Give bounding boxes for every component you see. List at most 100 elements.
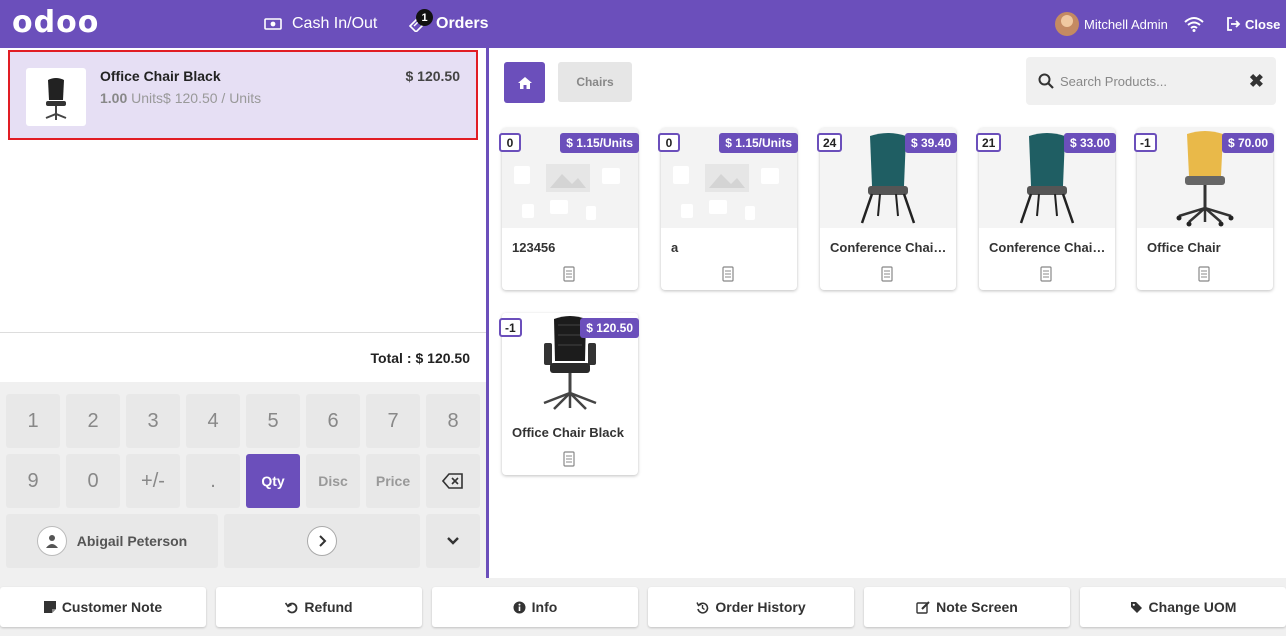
orders-label: Orders [436, 15, 489, 32]
numpad-key-4[interactable]: 4 [186, 394, 240, 448]
breadcrumb-chairs[interactable]: Chairs [558, 62, 632, 102]
product-stock-badge: 0 [499, 133, 521, 152]
history-icon [696, 601, 709, 614]
tag-icon [1130, 601, 1142, 613]
user-menu[interactable]: Mitchell Admin [1055, 0, 1168, 48]
product-name: 123456 [512, 240, 556, 255]
cash-in-out-button[interactable]: Cash In/Out [264, 0, 377, 48]
money-icon [264, 18, 282, 30]
order-line-unit-info: Units$ 120.50 / Units [127, 90, 262, 106]
order-line-name: Office Chair Black [100, 68, 221, 84]
orders-count-badge: 1 [416, 9, 433, 26]
customer-name: Abigail Peterson [76, 533, 188, 549]
top-bar: odoo Cash In/Out 1 Orders Mitchell Admin… [0, 0, 1286, 48]
product-card[interactable]: 24 $ 39.40 Conference Chair (Steel) [817, 128, 957, 290]
home-icon [517, 76, 532, 89]
product-price-tag: $ 1.15/Units [560, 133, 639, 153]
change-uom-button[interactable]: Change UOM [1080, 587, 1286, 627]
order-pane: Office Chair Black $ 120.50 1.00 Units$ … [0, 48, 486, 578]
edit-icon [916, 600, 930, 614]
numpad-key-7[interactable]: 7 [366, 394, 420, 448]
product-info-icon[interactable] [1040, 266, 1052, 282]
note-screen-button[interactable]: Note Screen [864, 587, 1070, 627]
product-price-tag: $ 39.40 [904, 133, 957, 153]
order-line-image [26, 68, 86, 126]
order-line-price: $ 120.50 [405, 68, 461, 84]
product-info-icon[interactable] [563, 451, 575, 467]
product-info-icon[interactable] [563, 266, 575, 282]
undo-icon [285, 602, 298, 613]
customer-note-label: Customer Note [61, 599, 163, 615]
numpad-key-0[interactable]: 0 [66, 454, 120, 508]
close-button[interactable]: Close [1226, 0, 1280, 48]
numpad-mode-price[interactable]: Price [366, 454, 420, 508]
chevron-right-icon [307, 526, 337, 556]
search-input[interactable]: Search Products... [1060, 74, 1249, 89]
numpad-key-6[interactable]: 6 [306, 394, 360, 448]
numpad-mode-disc[interactable]: Disc [306, 454, 360, 508]
order-line-qty: 1.00 [100, 90, 128, 106]
odoo-logo: odoo [12, 5, 100, 40]
order-line[interactable]: Office Chair Black $ 120.50 1.00 Units$ … [8, 50, 478, 140]
numpad-key-9[interactable]: 9 [6, 454, 60, 508]
search-icon [1038, 73, 1054, 89]
product-name: Office Chair [1147, 240, 1221, 255]
numpad: 1 2 3 4 5 6 7 8 9 0 +/- . Qty Disc Price… [0, 382, 486, 578]
order-line-qty-info: 1.00 Units$ 120.50 / Units [100, 90, 261, 106]
home-category-button[interactable] [504, 62, 545, 103]
cash-in-out-label: Cash In/Out [292, 15, 378, 32]
payment-button[interactable] [224, 514, 420, 568]
numpad-backspace[interactable] [426, 454, 480, 508]
action-bar: Customer Note Refund Info Order History … [0, 578, 1286, 636]
user-name: Mitchell Admin [1084, 16, 1168, 32]
product-stock-badge: -1 [499, 318, 522, 337]
numpad-key-plus-minus[interactable]: +/- [126, 454, 180, 508]
numpad-key-2[interactable]: 2 [66, 394, 120, 448]
product-card[interactable]: 21 $ 33.00 Conference Chair (Aluminium) [976, 128, 1116, 290]
product-price-tag: $ 120.50 [580, 318, 639, 338]
product-price-tag: $ 1.15/Units [719, 133, 798, 153]
product-info-icon[interactable] [881, 266, 893, 282]
order-separator [0, 332, 486, 333]
change-uom-label: Change UOM [1148, 599, 1237, 615]
product-name: Office Chair Black [512, 425, 624, 440]
product-stock-badge: 0 [658, 133, 680, 152]
set-customer-button[interactable]: Abigail Peterson [6, 514, 218, 568]
customer-note-button[interactable]: Customer Note [0, 587, 206, 627]
product-card[interactable]: -1 $ 120.50 Office Chair Black [499, 313, 639, 475]
info-icon [513, 601, 526, 613]
refund-button[interactable]: Refund [216, 587, 422, 627]
product-name: Conference Chair (Aluminium) [989, 240, 1109, 255]
numpad-key-1[interactable]: 1 [6, 394, 60, 448]
numpad-mode-qty[interactable]: Qty [246, 454, 300, 508]
order-history-button[interactable]: Order History [648, 587, 854, 627]
order-history-label: Order History [715, 599, 806, 615]
total-value: $ 120.50 [415, 350, 471, 366]
total-label: Total : [370, 350, 412, 366]
wifi-status[interactable] [1184, 0, 1204, 48]
note-screen-label: Note Screen [936, 599, 1018, 615]
info-button[interactable]: Info [432, 587, 638, 627]
numpad-key-5[interactable]: 5 [246, 394, 300, 448]
user-icon [36, 526, 67, 556]
product-card[interactable]: -1 $ 70.00 Office Chair [1134, 128, 1274, 290]
orders-button[interactable]: 1 Orders [408, 0, 488, 48]
sticky-note-icon [43, 601, 56, 613]
clear-search-icon[interactable]: ✖ [1249, 71, 1264, 92]
product-card[interactable]: 0 $ 1.15/Units 123456 [499, 128, 639, 290]
backspace-icon [442, 473, 463, 489]
numpad-key-3[interactable]: 3 [126, 394, 180, 448]
chevron-down-icon [447, 537, 459, 545]
refund-label: Refund [304, 599, 353, 615]
numpad-key-decimal[interactable]: . [186, 454, 240, 508]
product-price-tag: $ 70.00 [1221, 133, 1274, 153]
product-info-icon[interactable] [1198, 266, 1210, 282]
more-options-button[interactable] [426, 514, 480, 568]
product-card[interactable]: 0 $ 1.15/Units a [658, 128, 798, 290]
product-stock-badge: 21 [976, 133, 1002, 152]
product-price-tag: $ 33.00 [1063, 133, 1116, 153]
numpad-key-8[interactable]: 8 [426, 394, 480, 448]
order-total: Total : $ 120.50 [367, 350, 470, 366]
product-info-icon[interactable] [722, 266, 734, 282]
search-bar[interactable]: Search Products... ✖ [1026, 57, 1276, 105]
